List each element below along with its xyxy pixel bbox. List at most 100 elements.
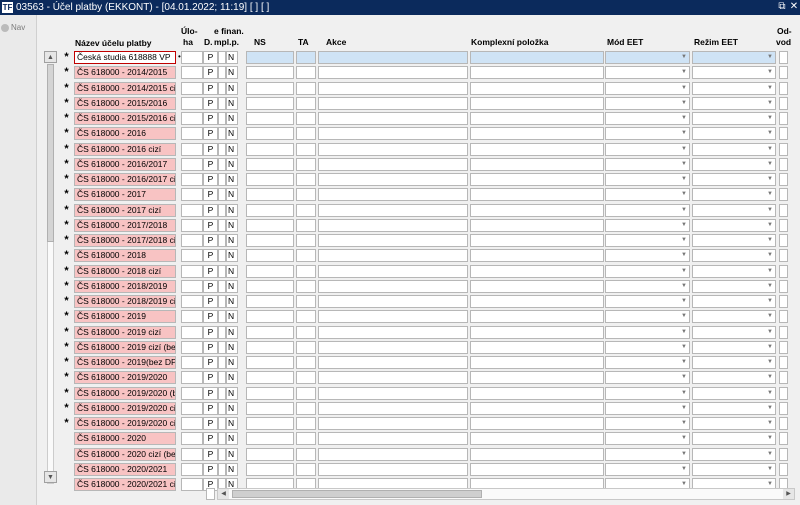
mpl-field[interactable]: N: [226, 371, 238, 385]
mod-eet-select[interactable]: ▼: [605, 295, 690, 308]
rezim-eet-select[interactable]: ▼: [692, 66, 776, 80]
mpl-field[interactable]: N: [226, 51, 238, 64]
chevron-down-icon[interactable]: ▼: [680, 129, 688, 138]
mpl-field[interactable]: N: [226, 188, 238, 202]
rezim-eet-select[interactable]: ▼: [692, 279, 776, 293]
odvod-checkbox[interactable]: [779, 234, 788, 247]
komplexni-field[interactable]: [470, 127, 604, 141]
uloha-field[interactable]: [181, 218, 203, 232]
finan-field[interactable]: [218, 264, 226, 278]
finan-field[interactable]: [218, 279, 226, 293]
mod-eet-select[interactable]: ▼: [605, 96, 690, 110]
uloha-field[interactable]: [181, 142, 203, 156]
akce-field[interactable]: [318, 264, 468, 278]
akce-field[interactable]: [318, 157, 468, 171]
akce-field[interactable]: [318, 112, 468, 125]
table-row[interactable]: ČS 618000 - 2020/2021 P N ▼ ▼: [60, 462, 800, 477]
rezim-eet-select[interactable]: ▼: [692, 447, 776, 461]
finan-field[interactable]: [218, 462, 226, 476]
chevron-down-icon[interactable]: ▼: [680, 251, 688, 260]
mpl-field[interactable]: N: [226, 203, 238, 217]
ns-field[interactable]: [246, 51, 294, 64]
odvod-checkbox[interactable]: [779, 112, 788, 125]
table-row[interactable]: * ČS 618000 - 2018/2019 ciz P N ▼ ▼: [60, 294, 800, 309]
mod-eet-select[interactable]: ▼: [605, 173, 690, 186]
ta-field[interactable]: [296, 264, 316, 278]
uloha-field[interactable]: [181, 478, 203, 491]
odvod-checkbox[interactable]: [779, 142, 788, 156]
ta-field[interactable]: [296, 66, 316, 80]
vertical-scrollbar[interactable]: ▲ ▼: [44, 48, 58, 486]
rezim-eet-select[interactable]: ▼: [692, 157, 776, 171]
uloha-field[interactable]: [181, 325, 203, 339]
mod-eet-select[interactable]: ▼: [605, 142, 690, 156]
rezim-eet-select[interactable]: ▼: [692, 340, 776, 354]
table-row[interactable]: * ČS 618000 - 2017 cizí P N ▼ ▼: [60, 203, 800, 218]
ns-field[interactable]: [246, 340, 294, 354]
table-row[interactable]: * ČS 618000 - 2019(bez DPH P N ▼ ▼: [60, 355, 800, 370]
odvod-checkbox[interactable]: [779, 401, 788, 415]
d-field[interactable]: P: [203, 371, 218, 385]
d-field[interactable]: P: [203, 386, 218, 400]
komplexni-field[interactable]: [470, 96, 604, 110]
table-row[interactable]: * ČS 618000 - 2014/2015 ciz P N ▼ ▼: [60, 81, 800, 96]
table-row[interactable]: * ČS 618000 - 2019 cizí P N ▼ ▼: [60, 325, 800, 340]
chevron-down-icon[interactable]: ▼: [766, 221, 774, 230]
chevron-down-icon[interactable]: ▼: [766, 282, 774, 291]
akce-field[interactable]: [318, 203, 468, 217]
uloha-field[interactable]: [181, 432, 203, 446]
chevron-down-icon[interactable]: ▼: [680, 328, 688, 337]
uloha-field[interactable]: [181, 51, 203, 64]
mod-eet-select[interactable]: ▼: [605, 112, 690, 125]
rezim-eet-select[interactable]: ▼: [692, 264, 776, 278]
chevron-down-icon[interactable]: ▼: [766, 206, 774, 215]
komplexni-field[interactable]: [470, 249, 604, 263]
mod-eet-select[interactable]: ▼: [605, 218, 690, 232]
uloha-field[interactable]: [181, 371, 203, 385]
mod-eet-select[interactable]: ▼: [605, 386, 690, 400]
akce-field[interactable]: [318, 417, 468, 430]
ta-field[interactable]: [296, 279, 316, 293]
mpl-field[interactable]: N: [226, 234, 238, 247]
chevron-down-icon[interactable]: ▼: [680, 145, 688, 154]
mpl-field[interactable]: N: [226, 81, 238, 95]
odvod-checkbox[interactable]: [779, 66, 788, 80]
finan-field[interactable]: [218, 386, 226, 400]
d-field[interactable]: P: [203, 279, 218, 293]
finan-field[interactable]: [218, 432, 226, 446]
finan-field[interactable]: [218, 96, 226, 110]
mpl-field[interactable]: N: [226, 157, 238, 171]
ns-field[interactable]: [246, 432, 294, 446]
mpl-field[interactable]: N: [226, 356, 238, 369]
ns-field[interactable]: [246, 295, 294, 308]
akce-field[interactable]: [318, 249, 468, 263]
chevron-down-icon[interactable]: ▼: [766, 358, 774, 367]
komplexni-field[interactable]: [470, 386, 604, 400]
chevron-down-icon[interactable]: ▼: [766, 190, 774, 199]
ta-field[interactable]: [296, 310, 316, 324]
ta-field[interactable]: [296, 142, 316, 156]
ns-field[interactable]: [246, 173, 294, 186]
finan-field[interactable]: [218, 142, 226, 156]
komplexni-field[interactable]: [470, 340, 604, 354]
mod-eet-select[interactable]: ▼: [605, 188, 690, 202]
akce-field[interactable]: [318, 51, 468, 64]
akce-field[interactable]: [318, 371, 468, 385]
akce-field[interactable]: [318, 279, 468, 293]
ns-field[interactable]: [246, 142, 294, 156]
komplexni-field[interactable]: [470, 112, 604, 125]
komplexni-field[interactable]: [470, 295, 604, 308]
d-field[interactable]: P: [203, 295, 218, 308]
komplexni-field[interactable]: [470, 462, 604, 476]
uloha-field[interactable]: [181, 264, 203, 278]
uloha-field[interactable]: [181, 157, 203, 171]
ta-field[interactable]: [296, 447, 316, 461]
finan-field[interactable]: [218, 188, 226, 202]
finan-field[interactable]: [218, 325, 226, 339]
ns-field[interactable]: [246, 96, 294, 110]
akce-field[interactable]: [318, 340, 468, 354]
rezim-eet-select[interactable]: ▼: [692, 325, 776, 339]
d-field[interactable]: P: [203, 51, 218, 64]
table-row[interactable]: * ČS 618000 - 2014/2015 P N ▼ ▼: [60, 65, 800, 80]
chevron-down-icon[interactable]: ▼: [680, 190, 688, 199]
